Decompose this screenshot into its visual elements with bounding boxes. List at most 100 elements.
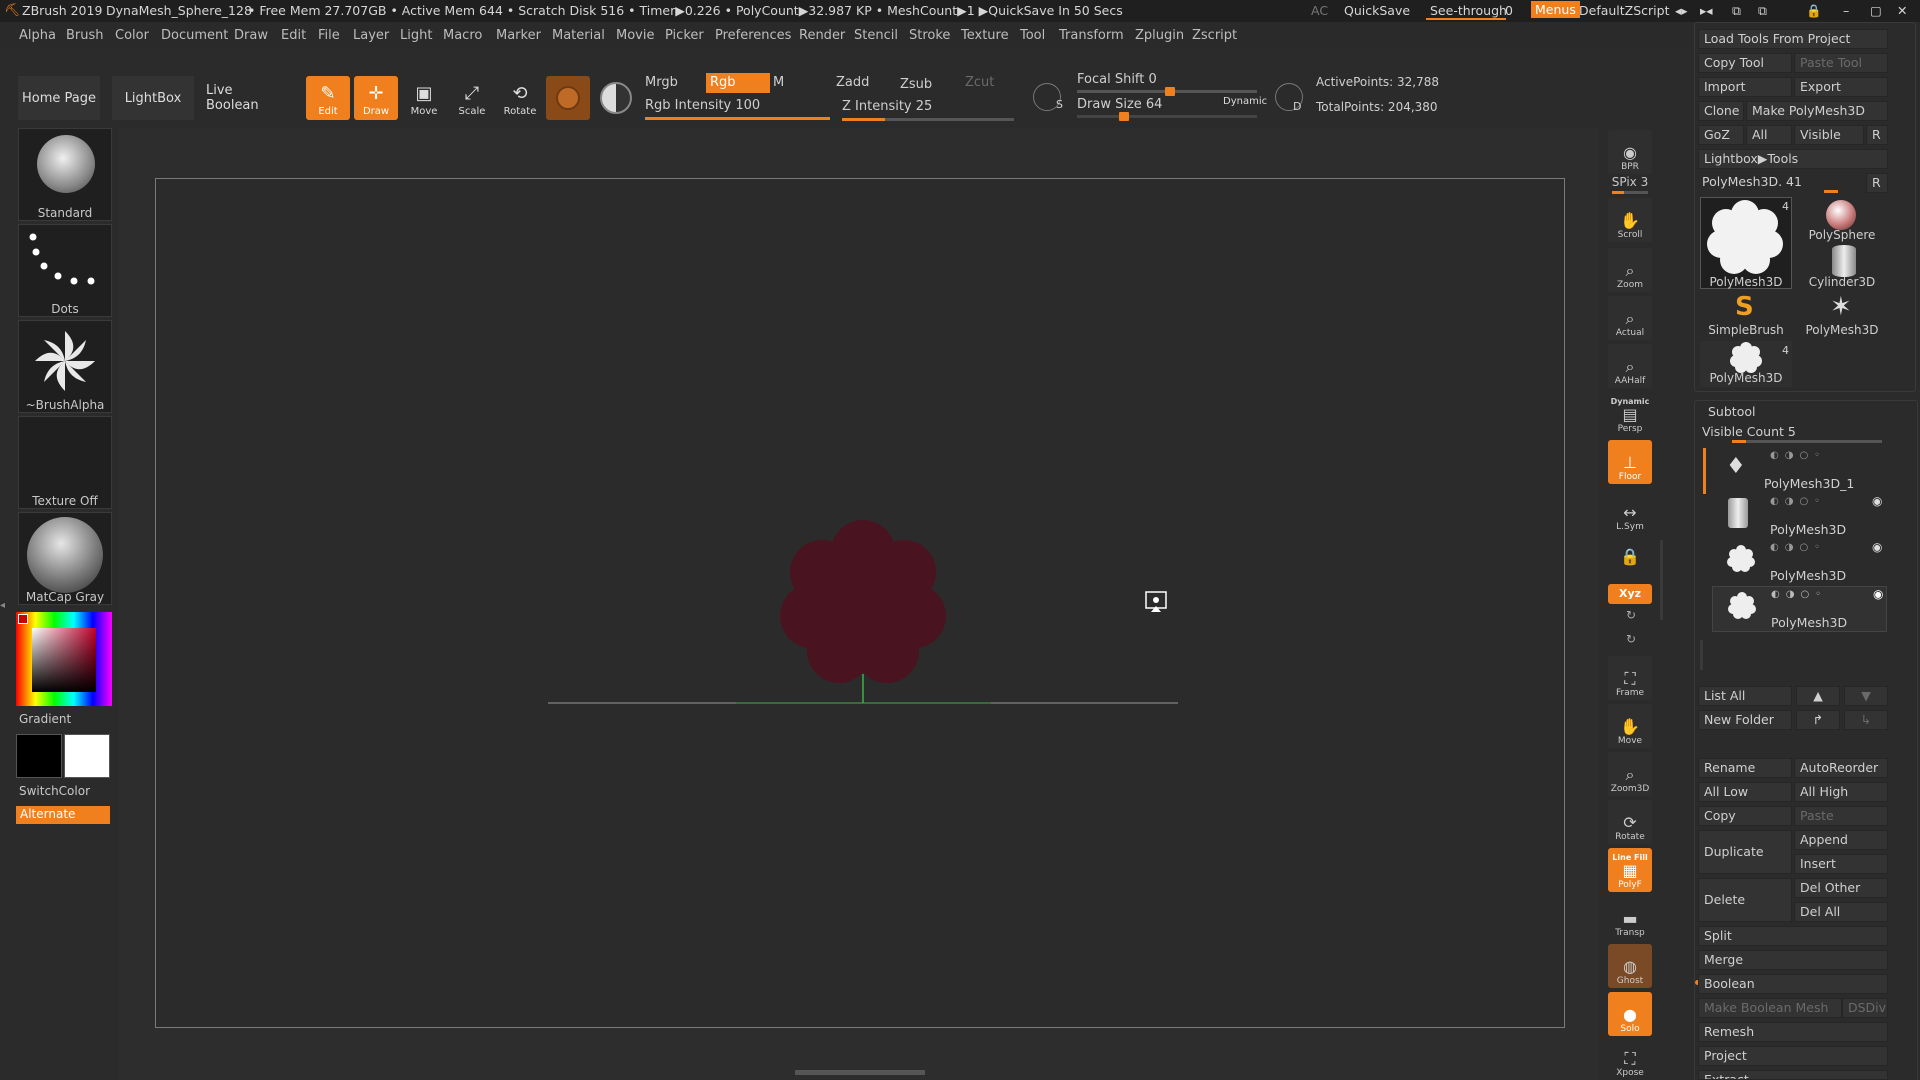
zbrush-logo-icon[interactable]: ⛏	[4, 2, 20, 18]
spix-slider[interactable]	[1612, 191, 1648, 194]
gradient-label[interactable]: Gradient	[19, 712, 71, 726]
polysphere-label[interactable]: PolySphere	[1800, 228, 1884, 242]
collapse-left-icon[interactable]: ◂	[0, 600, 5, 616]
remesh-section[interactable]: Remesh	[1698, 1022, 1888, 1042]
polymesh-star-label[interactable]: PolyMesh3D	[1800, 323, 1884, 337]
zcut-button[interactable]: Zcut	[965, 75, 994, 90]
folder-arrow2-icon[interactable]: ↳	[1844, 710, 1888, 730]
flower-mesh[interactable]	[780, 520, 946, 683]
rgb-button[interactable]: Rgb	[706, 73, 770, 93]
subtool-row-3[interactable]: ◐◑○◦ ◉ PolyMesh3D	[1712, 540, 1887, 586]
transp-button[interactable]: ▬ Transp	[1608, 896, 1652, 940]
merge-section[interactable]: Merge	[1698, 950, 1888, 970]
dsdiv-button[interactable]: DSDiv	[1842, 998, 1888, 1018]
zsub-button[interactable]: Zsub	[900, 77, 932, 92]
polymesh-label-2[interactable]: PolyMesh3D	[1700, 371, 1792, 385]
live-boolean-button[interactable]: Live Boolean	[206, 76, 288, 120]
menu-zscript[interactable]: Zscript	[1192, 28, 1237, 43]
minimize-icon[interactable]: –	[1843, 3, 1849, 18]
menu-layer[interactable]: Layer	[353, 28, 389, 43]
make-polymesh-button[interactable]: Make PolyMesh3D	[1746, 101, 1888, 121]
insert-button[interactable]: Insert	[1794, 854, 1888, 874]
scroll-button[interactable]: ✋ Scroll	[1608, 198, 1652, 242]
extract-section[interactable]: Extract	[1698, 1070, 1888, 1080]
persp-button[interactable]: Dynamic ▤ Persp	[1608, 392, 1652, 436]
subtool-row-1[interactable]: ♦ ◐◑○◦ PolyMesh3D_1	[1712, 448, 1887, 494]
menu-tool[interactable]: Tool	[1020, 28, 1045, 43]
maximize-icon[interactable]: ▢	[1870, 3, 1882, 18]
right-scrollbar[interactable]	[1660, 540, 1663, 620]
autoreorder-button[interactable]: AutoReorder	[1794, 758, 1888, 778]
menu-edit[interactable]: Edit	[281, 28, 306, 43]
xpose-button[interactable]: ⛶ Xpose	[1608, 1040, 1652, 1080]
copy-button[interactable]: Copy	[1698, 806, 1792, 826]
ac-button[interactable]: AC	[1311, 3, 1328, 18]
rotate-z-icon[interactable]: ↻	[1626, 632, 1636, 646]
mrgb-button[interactable]: Mrgb	[645, 75, 678, 90]
menu-stroke[interactable]: Stroke	[909, 28, 950, 43]
viewport[interactable]	[156, 179, 1566, 1029]
ghost-button[interactable]: ◍ Ghost	[1608, 944, 1652, 988]
paste-button[interactable]: Paste	[1794, 806, 1888, 826]
actual-button[interactable]: ⌕ Actual	[1608, 296, 1652, 340]
zadd-button[interactable]: Zadd	[836, 75, 869, 90]
polymesh-star-icon[interactable]: ✶	[1830, 292, 1852, 322]
solo-button[interactable]: ● Solo	[1608, 992, 1652, 1036]
rename-button[interactable]: Rename	[1698, 758, 1792, 778]
color-picker[interactable]	[16, 612, 112, 706]
del-other-button[interactable]: Del Other	[1794, 878, 1888, 898]
material-preview-button[interactable]	[546, 76, 590, 120]
z-intensity-slider[interactable]	[842, 118, 1014, 121]
menu-macro[interactable]: Macro	[443, 28, 482, 43]
default-zscript[interactable]: DefaultZScript	[1579, 3, 1670, 18]
aahalf-button[interactable]: ⌕ AAHalf	[1608, 344, 1652, 388]
new-folder-button[interactable]: New Folder	[1698, 710, 1792, 730]
seethrough-slider[interactable]	[1426, 18, 1506, 20]
eye-icon-2[interactable]: ◉	[1872, 540, 1882, 554]
simplebrush-label[interactable]: SimpleBrush	[1700, 323, 1792, 337]
append-button[interactable]: Append	[1794, 830, 1888, 850]
lightbox-button[interactable]: LightBox	[112, 76, 194, 120]
visible-count-slider[interactable]	[1732, 440, 1882, 443]
m-button[interactable]: M	[773, 75, 784, 90]
paste-tool-button[interactable]: Paste Tool	[1794, 53, 1888, 73]
menu-light[interactable]: Light	[400, 28, 432, 43]
split-section[interactable]: Split	[1698, 926, 1888, 946]
menu-document[interactable]: Document	[161, 28, 228, 43]
cylinder-icon[interactable]	[1832, 245, 1856, 277]
menu-alpha[interactable]: Alpha	[19, 28, 56, 43]
menu-marker[interactable]: Marker	[496, 28, 541, 43]
import-button[interactable]: Import	[1698, 77, 1792, 97]
secondary-color-swatch[interactable]	[16, 734, 62, 778]
project-section[interactable]: Project	[1698, 1046, 1888, 1066]
color-picker-square[interactable]	[32, 628, 96, 692]
lightbox-tools-button[interactable]: Lightbox▶Tools	[1698, 149, 1888, 169]
all-high-button[interactable]: All High	[1794, 782, 1888, 802]
rgb-intensity-slider[interactable]	[645, 117, 830, 120]
simplebrush-icon[interactable]: S	[1735, 292, 1754, 322]
eye-icon[interactable]: ◉	[1872, 494, 1882, 508]
close-icon[interactable]: ✕	[1897, 3, 1907, 18]
clone-button[interactable]: Clone	[1698, 101, 1744, 121]
seethrough-label[interactable]: See-through	[1430, 3, 1507, 18]
floor-button[interactable]: ⊥ Floor	[1608, 440, 1652, 484]
move-view-button[interactable]: ✋ Move	[1608, 704, 1652, 748]
menu-zplugin[interactable]: Zplugin	[1135, 28, 1184, 43]
edit-mode-button[interactable]: ✎ Edit	[306, 76, 350, 120]
menu-texture[interactable]: Texture	[961, 28, 1009, 43]
layout-icon[interactable]: ◂▸	[1675, 3, 1688, 18]
rotate-mode-button[interactable]: ⟲ Rotate	[498, 76, 542, 120]
all-low-button[interactable]: All Low	[1698, 782, 1792, 802]
lsym-button[interactable]: ↔ L.Sym	[1608, 490, 1652, 534]
goz-all-button[interactable]: All	[1746, 125, 1792, 145]
menu-picker[interactable]: Picker	[665, 28, 704, 43]
focal-shift-slider[interactable]	[1077, 87, 1257, 96]
tool-r-button[interactable]: R	[1866, 173, 1888, 193]
color-swatch-icon[interactable]	[600, 82, 632, 114]
delete-button[interactable]: Delete	[1698, 878, 1792, 922]
document-canvas[interactable]	[155, 178, 1565, 1028]
move-up-icon[interactable]: ▲	[1796, 686, 1840, 706]
zoom-button[interactable]: ⌕ Zoom	[1608, 248, 1652, 292]
copy-tool-button[interactable]: Copy Tool	[1698, 53, 1792, 73]
goz-button[interactable]: GoZ	[1698, 125, 1744, 145]
